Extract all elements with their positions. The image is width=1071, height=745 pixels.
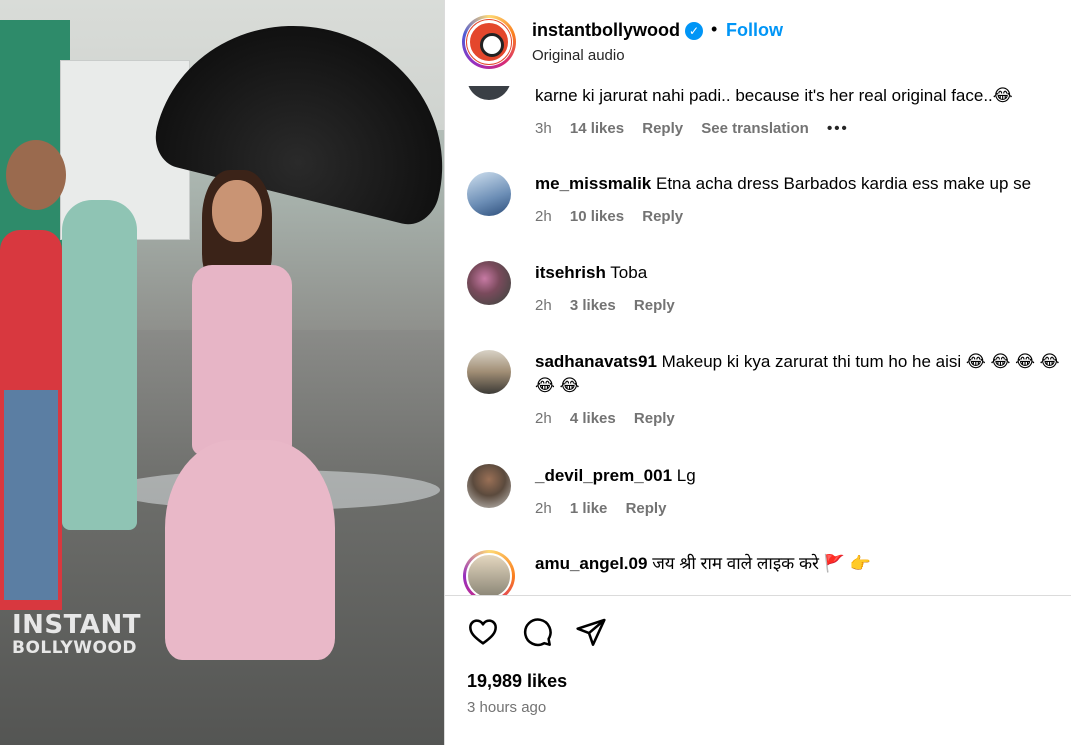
reply-button[interactable]: Reply [626,500,667,517]
comment-likes[interactable]: 3 likes [570,297,616,314]
post-side-panel: instantbollywood ✓ • Follow Original aud… [445,0,1071,745]
comment-avatar[interactable] [467,464,511,508]
comment-avatar[interactable] [467,350,511,394]
reply-button[interactable]: Reply [642,208,683,225]
comment-username[interactable]: _devil_prem_001 [535,466,672,485]
header-separator: • [711,19,718,39]
likes-count[interactable]: 19,989 likes [467,671,567,692]
comment-username[interactable]: me_missmalik [535,174,651,193]
see-translation-button[interactable]: See translation [701,120,809,137]
comment-meta: 2h 3 likes Reply [535,297,689,314]
comment-avatar[interactable] [467,261,511,305]
comment-avatar[interactable] [467,86,511,100]
post-actions [445,606,1071,656]
post-timestamp[interactable]: 3 hours ago [467,699,546,716]
reply-button[interactable]: Reply [634,410,675,427]
more-options-icon[interactable]: ••• [827,120,849,137]
comment-time: 2h [535,208,552,225]
media-woman-pink-dress [160,170,335,670]
comment-time: 2h [535,297,552,314]
media-watermark: INSTANT BOLLYWOOD [12,612,141,657]
account-avatar[interactable] [462,15,516,69]
comment-icon[interactable] [521,616,553,648]
comment-meta: 2h 1 like Reply [535,500,680,517]
comment-text: Lg [676,466,696,485]
comment-likes[interactable]: 4 likes [570,410,616,427]
comment-meta: 2h 4 likes Reply [535,410,689,427]
comment-time: 2h [535,410,552,427]
comment-likes[interactable]: 1 like [570,500,608,517]
account-username[interactable]: instantbollywood [532,20,680,41]
post-media[interactable]: INSTANT BOLLYWOOD [0,0,444,745]
comment-text: karne ki jarurat nahi padi.. because it'… [535,86,1013,105]
comment-username[interactable]: amu_angel.09 [535,554,647,573]
media-bystander-head [6,140,66,210]
comment-avatar[interactable] [467,172,511,216]
comment-username[interactable]: itsehrish [535,263,606,282]
comment-time: 3h [535,120,552,137]
comments-list[interactable]: karne ki jarurat nahi padi.. because it'… [445,86,1071,595]
post-header: instantbollywood ✓ • Follow Original aud… [445,0,1071,86]
audio-link[interactable]: Original audio [532,47,625,64]
comment-meta: 2h 10 likes Reply [535,208,697,225]
share-icon[interactable] [575,616,607,648]
watermark-line2: BOLLYWOOD [12,638,138,658]
comment-likes[interactable]: 10 likes [570,208,624,225]
verified-badge-icon: ✓ [685,22,703,40]
heart-icon[interactable] [467,616,499,648]
comment-meta: 3h 14 likes Reply See translation ••• [535,120,863,137]
comment-text: Toba [610,263,648,282]
watermark-line1: INSTANT [12,610,141,640]
actions-divider [445,595,1071,596]
media-bystander [62,200,137,530]
comment-avatar[interactable] [463,550,515,595]
reply-button[interactable]: Reply [634,297,675,314]
avatar-logo-icon [467,20,511,64]
comment-likes[interactable]: 14 likes [570,120,624,137]
comment-username[interactable]: sadhanavats91 [535,352,657,371]
comment-text: Etna acha dress Barbados kardia ess make… [655,174,1032,193]
comment-time: 2h [535,500,552,517]
follow-button[interactable]: Follow [726,20,783,41]
media-bystander [0,230,62,610]
reply-button[interactable]: Reply [642,120,683,137]
comment-text: जय श्री राम वाले लाइक करे 🚩 👉 [652,554,871,573]
